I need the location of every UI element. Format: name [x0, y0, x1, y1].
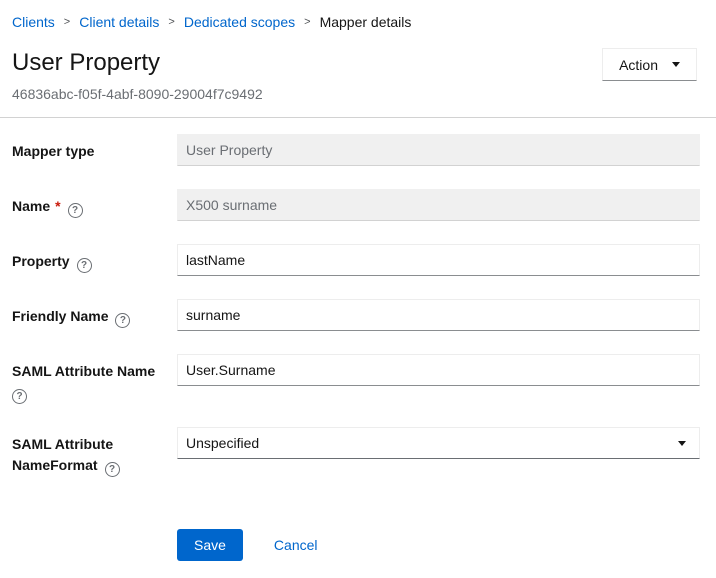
field-control-cell-saml-attribute-name	[177, 354, 700, 404]
form-row-friendly-name: Friendly Name?	[0, 299, 716, 331]
field-label-saml-attribute-name: SAML Attribute Name	[12, 363, 155, 379]
field-label-mapper-type: Mapper type	[12, 143, 94, 159]
breadcrumb-separator: >	[64, 14, 70, 30]
help-icon[interactable]: ?	[12, 389, 27, 404]
field-control-cell-mapper-type	[177, 134, 700, 166]
field-label-name: Name	[12, 198, 50, 214]
required-indicator: *	[55, 198, 60, 214]
page-header: User Property 46836abc-f05f-4abf-8090-29…	[0, 30, 716, 102]
breadcrumb-separator: >	[304, 14, 310, 30]
field-control-cell-friendly-name	[177, 299, 700, 331]
input-mapper-type	[177, 134, 700, 166]
mapper-form: Mapper typeName*?Property?Friendly Name?…	[0, 118, 716, 477]
action-dropdown-label: Action	[619, 57, 658, 73]
field-label-cell-property: Property?	[0, 244, 177, 276]
form-row-name: Name *?	[0, 189, 716, 221]
save-button[interactable]: Save	[177, 529, 243, 561]
help-icon[interactable]: ?	[77, 258, 92, 273]
caret-down-icon	[678, 441, 686, 446]
breadcrumb-item-dedicated-scopes[interactable]: Dedicated scopes	[184, 14, 295, 30]
breadcrumb-separator: >	[168, 14, 174, 30]
field-label-saml-attribute-nameformat: SAML Attribute NameFormat	[12, 436, 113, 473]
caret-down-icon	[672, 62, 680, 67]
field-label-cell-friendly-name: Friendly Name?	[0, 299, 177, 331]
action-dropdown-button[interactable]: Action	[602, 48, 697, 81]
form-actions: Save Cancel	[0, 529, 716, 561]
field-control-cell-name	[177, 189, 700, 221]
field-control-cell-property	[177, 244, 700, 276]
input-name	[177, 189, 700, 221]
help-icon[interactable]: ?	[105, 462, 120, 477]
input-saml-attribute-name[interactable]	[177, 354, 700, 386]
field-label-cell-saml-attribute-nameformat: SAML Attribute NameFormat?	[0, 427, 177, 477]
field-label-cell-mapper-type: Mapper type	[0, 134, 177, 166]
title-block: User Property 46836abc-f05f-4abf-8090-29…	[12, 48, 263, 102]
field-control-cell-saml-attribute-nameformat: Unspecified	[177, 427, 700, 477]
breadcrumb-item-clients[interactable]: Clients	[12, 14, 55, 30]
select-saml-attribute-nameformat[interactable]: Unspecified	[177, 427, 700, 459]
page-title: User Property	[12, 48, 263, 78]
input-property[interactable]	[177, 244, 700, 276]
form-row-saml-attribute-name: SAML Attribute Name?	[0, 354, 716, 404]
help-icon[interactable]: ?	[115, 313, 130, 328]
field-label-friendly-name: Friendly Name	[12, 308, 108, 324]
field-label-cell-name: Name *?	[0, 189, 177, 221]
form-row-saml-attribute-nameformat: SAML Attribute NameFormat? Unspecified	[0, 427, 716, 477]
help-icon[interactable]: ?	[68, 203, 83, 218]
cancel-link[interactable]: Cancel	[274, 537, 318, 553]
breadcrumb-item-mapper-details: Mapper details	[320, 14, 412, 30]
field-label-property: Property	[12, 253, 70, 269]
breadcrumb: Clients > Client details > Dedicated scopes >…	[0, 0, 716, 30]
select-value-saml-attribute-nameformat: Unspecified	[186, 435, 259, 451]
input-friendly-name[interactable]	[177, 299, 700, 331]
field-label-cell-saml-attribute-name: SAML Attribute Name?	[0, 354, 177, 404]
form-row-property: Property?	[0, 244, 716, 276]
mapper-id: 46836abc-f05f-4abf-8090-29004f7c9492	[12, 86, 263, 102]
breadcrumb-item-client-details[interactable]: Client details	[79, 14, 159, 30]
form-row-mapper-type: Mapper type	[0, 134, 716, 166]
